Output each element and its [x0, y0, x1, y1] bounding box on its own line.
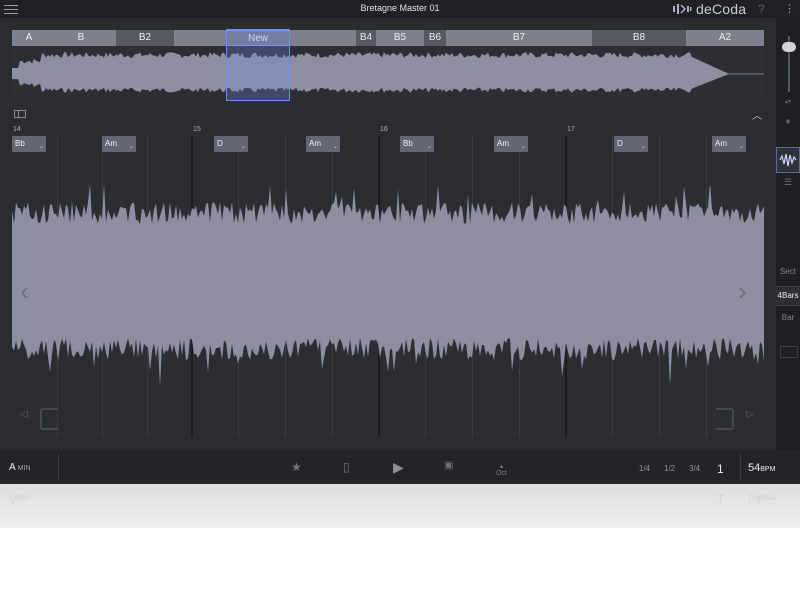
main-wave-shape — [12, 186, 764, 388]
chevron-down-icon: ⌄ — [520, 144, 526, 150]
key-mode: MIN — [17, 465, 31, 472]
view-option-sect[interactable]: Sect — [776, 267, 800, 276]
section-b4[interactable]: B4 — [356, 30, 376, 46]
editor-toolbar: ︿ — [12, 107, 764, 123]
waveform-view-button[interactable] — [776, 147, 800, 173]
chevron-down-icon: ⌄ — [640, 144, 646, 150]
loop-icon[interactable]: ▣ — [444, 460, 453, 471]
overview-waveform-graphic — [12, 52, 764, 93]
view-option-4bars[interactable]: 4Bars — [776, 286, 800, 306]
chevron-up-icon[interactable]: ︿ — [752, 107, 762, 122]
question-icon[interactable]: ? — [758, 2, 765, 16]
overview-wave-shape — [12, 52, 764, 93]
chevron-down-icon: ⌄ — [332, 144, 338, 150]
chord-chip[interactable]: Bb ⌄ — [12, 136, 46, 152]
decoda-app: Bretagne Master 01 deCoda ? ⋮ A B B2 New… — [0, 0, 800, 484]
panel-toggle-icon[interactable] — [14, 110, 26, 118]
speed-full[interactable]: 1 — [717, 462, 724, 476]
logo-mark-icon — [673, 4, 692, 14]
bpm-value: 54 — [748, 462, 761, 474]
bar-number: 15 — [193, 126, 201, 133]
octave-label: Oct — [496, 470, 507, 477]
octave-control[interactable]: ▴ Oct — [496, 463, 507, 477]
screen-reflection: AMIN 1 54BPM — [0, 484, 800, 600]
overview-selection[interactable] — [226, 29, 290, 101]
transport-bar: A MIN ★ ▯ ▶ ▣ ▴ Oct 1/4 1/2 3/4 1 54BPM — [0, 450, 800, 484]
chord-chip[interactable]: Bb ⌄ — [400, 136, 434, 152]
title-bar: Bretagne Master 01 deCoda ? ⋮ — [0, 0, 800, 18]
bar-number: 17 — [567, 126, 575, 133]
chord-name: Am — [497, 139, 509, 148]
bar-number: 16 — [380, 126, 388, 133]
chevron-up-icon: ▴ — [499, 464, 503, 470]
section-a[interactable]: A — [12, 30, 46, 46]
rail-icon-a[interactable]: ▴▾ — [777, 98, 799, 105]
bar-ruler: 14 15 16 17 — [12, 126, 764, 136]
tempo-display[interactable]: 54BPM — [748, 462, 775, 474]
chord-chip[interactable]: Am ⌄ — [712, 136, 746, 152]
section-b6[interactable]: B6 — [424, 30, 446, 46]
chevron-down-icon: ⌄ — [38, 144, 44, 150]
key-name: A — [9, 462, 16, 473]
star-icon[interactable]: ★ — [291, 460, 302, 474]
chord-chip[interactable]: D ⌄ — [614, 136, 648, 152]
section-unnamed-2[interactable] — [290, 30, 356, 46]
divider — [740, 454, 741, 480]
waveform-icon — [779, 153, 797, 167]
loop-start-icon[interactable]: ◁ — [20, 409, 28, 420]
divider — [58, 454, 59, 480]
chord-name: Bb — [403, 139, 413, 148]
chord-chip[interactable]: Am ⌄ — [494, 136, 528, 152]
section-unnamed-1[interactable] — [174, 30, 226, 46]
chevron-down-icon: ⌄ — [128, 144, 134, 150]
chevron-down-icon: ⌄ — [426, 144, 432, 150]
chevron-left-icon[interactable]: ‹ — [20, 276, 29, 307]
play-icon[interactable]: ▶ — [393, 459, 404, 476]
rail-icon-fx[interactable]: ◉ — [777, 118, 799, 125]
speed-quarter[interactable]: 1/4 — [639, 464, 650, 473]
overview-waveform[interactable] — [12, 46, 764, 102]
chord-chip[interactable]: D ⌄ — [214, 136, 248, 152]
speed-half[interactable]: 1/2 — [664, 464, 675, 473]
chevron-down-icon: ⌄ — [738, 144, 744, 150]
view-option-bar[interactable]: Bar — [776, 313, 800, 322]
loop-end-bracket[interactable] — [716, 408, 734, 430]
loop-start-bracket[interactable] — [40, 408, 58, 430]
chevron-right-icon[interactable]: › — [738, 276, 747, 307]
chord-name: D — [617, 139, 623, 148]
rail-extra-button[interactable] — [780, 346, 798, 358]
section-b7[interactable]: B7 — [446, 30, 592, 46]
volume-slider-knob[interactable] — [782, 42, 796, 52]
chord-name: Bb — [15, 139, 25, 148]
bar-number: 14 — [13, 126, 21, 133]
chord-name: Am — [715, 139, 727, 148]
chevron-down-icon: ⌄ — [240, 144, 246, 150]
section-b[interactable]: B — [46, 30, 116, 46]
section-b2[interactable]: B2 — [116, 30, 174, 46]
bpm-unit: BPM — [760, 466, 776, 473]
main-waveform — [12, 186, 764, 388]
chord-name: Am — [105, 139, 117, 148]
main-editor[interactable]: 14 15 16 17 Bb ⌄ Am ⌄ D ⌄ Am ⌄ Bb ⌄ Am ⌄… — [12, 126, 764, 438]
section-b5[interactable]: B5 — [376, 30, 424, 46]
brand-name: deCoda — [696, 1, 747, 17]
chord-chip[interactable]: Am ⌄ — [306, 136, 340, 152]
loop-end-icon[interactable]: ▷ — [746, 409, 754, 420]
chord-name: Am — [309, 139, 321, 148]
speed-three-quarter[interactable]: 3/4 — [689, 464, 700, 473]
section-strip: A B B2 New B4 B5 B6 B7 B8 A2 — [12, 30, 764, 46]
section-a2[interactable]: A2 — [686, 30, 764, 46]
vertical-dots-icon[interactable]: ⋮ — [784, 2, 795, 15]
reflection-fade — [0, 484, 800, 600]
chord-name: D — [217, 139, 223, 148]
app-logo: deCoda — [672, 1, 746, 17]
key-selector[interactable]: A MIN — [9, 462, 31, 473]
metronome-icon[interactable]: ▯ — [343, 460, 350, 474]
list-view-icon[interactable]: ☰ — [777, 177, 799, 188]
section-b8[interactable]: B8 — [592, 30, 686, 46]
chord-chip[interactable]: Am ⌄ — [102, 136, 136, 152]
